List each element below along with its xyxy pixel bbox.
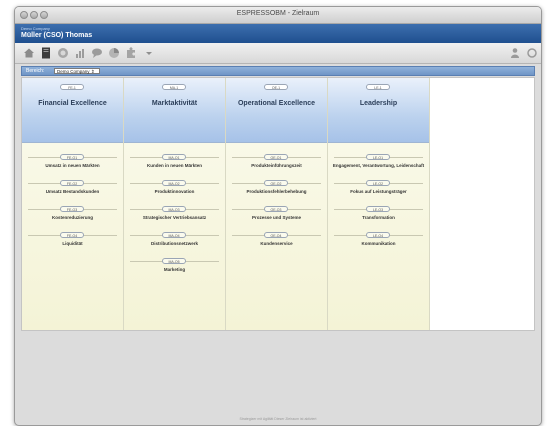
document-icon[interactable] <box>40 47 52 59</box>
objective-code: FE-O1 <box>60 154 84 160</box>
objective-code: MA-O3 <box>162 206 186 212</box>
objective-code: OE-O2 <box>264 180 288 186</box>
refresh-icon[interactable] <box>526 47 538 59</box>
perspective-column: FE-1 Financial Excellence FE-O1 Umsatz in n… <box>22 78 124 330</box>
perspective-title: Operational Excellence <box>237 100 316 107</box>
objective-item[interactable]: Produktionsfehlerbehebung <box>228 189 325 195</box>
objective-code: MA-O2 <box>162 180 186 186</box>
objective-code: LE-O3 <box>366 206 390 212</box>
home-icon[interactable] <box>23 47 35 59</box>
company-select[interactable]: Demo Company ⇕ <box>54 68 100 74</box>
status-text: Strategizer mit Agilität Dieser Zielraum… <box>239 417 317 421</box>
objective-item[interactable]: Produktinnovation <box>126 189 223 195</box>
perspective-header[interactable]: OE-1 Operational Excellence <box>226 78 327 143</box>
objective-item[interactable]: Liquidität <box>24 241 121 247</box>
objective-code: OE-O1 <box>264 154 288 160</box>
title-bar: ESPRESSOBM - Zielraum <box>15 7 541 24</box>
objective-item[interactable]: Distributionsnetzwerk <box>126 241 223 247</box>
filter-bar: Bereich: Demo Company ⇕ <box>21 66 535 76</box>
toolbar <box>15 43 541 64</box>
perspective-column: LE-1 Leadership LE-O1 Engagement, Verantwor… <box>328 78 430 330</box>
objective-item[interactable]: Engagement, Verantwortung, Leidenschaft <box>330 163 427 169</box>
objective-item[interactable]: Prozesse und Systeme <box>228 215 325 221</box>
perspective-title: Financial Excellence <box>38 100 107 107</box>
objective-code: FE-O4 <box>60 232 84 238</box>
objective-item[interactable]: Umsatz in neuen Märkten <box>24 163 121 169</box>
perspective-header[interactable]: FE-1 Financial Excellence <box>22 78 123 143</box>
objective-item[interactable]: Kostenreduzierung <box>24 215 121 221</box>
perspective-title: Marktaktivität <box>151 100 198 107</box>
perspective-code: FE-1 <box>60 84 84 90</box>
objective-code: OE-O3 <box>264 206 288 212</box>
objective-code: FE-O2 <box>60 180 84 186</box>
perspective-code: OE-1 <box>264 84 288 90</box>
objective-code: MA-O5 <box>162 258 186 264</box>
perspective-title: Leadership <box>359 100 398 107</box>
perspective-column: OE-1 Operational Excellence OE-O1 Produktei… <box>226 78 328 330</box>
puzzle-icon[interactable] <box>125 47 137 59</box>
app-header: Demo Company Müller (CSO) Thomas <box>15 24 541 43</box>
objective-item[interactable]: Marketing <box>126 267 223 273</box>
perspective-code: MA-1 <box>162 84 186 90</box>
perspective-code: LE-1 <box>366 84 390 90</box>
pie-chart-icon[interactable] <box>108 47 120 59</box>
company-label: Demo Company <box>21 26 50 31</box>
objective-item[interactable]: Produkteinführungszeit <box>228 163 325 169</box>
objective-item[interactable]: Kommunikation <box>330 241 427 247</box>
objective-code: OE-O4 <box>264 232 288 238</box>
objective-code: MA-O4 <box>162 232 186 238</box>
person-icon[interactable] <box>509 47 521 59</box>
objective-code: MA-O1 <box>162 154 186 160</box>
objective-item[interactable]: Strategischer Vertriebsansatz <box>126 215 223 221</box>
strategy-board: FE-1 Financial Excellence FE-O1 Umsatz in n… <box>21 77 535 331</box>
objective-code: FE-O3 <box>60 206 84 212</box>
user-name: Müller (CSO) Thomas <box>21 32 93 39</box>
dropdown-arrow-icon[interactable] <box>143 47 155 59</box>
chart-icon[interactable] <box>74 47 86 59</box>
speech-bubble-icon[interactable] <box>91 47 103 59</box>
app-window: ESPRESSOBM - Zielraum Demo Company Mülle… <box>14 6 542 426</box>
perspective-header[interactable]: LE-1 Leadership <box>328 78 429 143</box>
objective-item[interactable]: Kunden in neuen Märkten <box>126 163 223 169</box>
objective-code: LE-O1 <box>366 154 390 160</box>
objective-code: LE-O4 <box>366 232 390 238</box>
filter-label: Bereich: <box>26 68 45 74</box>
objective-code: LE-O2 <box>366 180 390 186</box>
perspective-header[interactable]: MA-1 Marktaktivität <box>124 78 225 143</box>
globe-icon[interactable] <box>57 47 69 59</box>
objective-item[interactable]: Fokus auf Leistungsträger <box>330 189 427 195</box>
perspective-column: MA-1 Marktaktivität MA-O1 Kunden in neuen M… <box>124 78 226 330</box>
objective-item[interactable]: Transformation <box>330 215 427 221</box>
window-title: ESPRESSOBM - Zielraum <box>236 10 320 17</box>
objective-item[interactable]: Kundenservice <box>228 241 325 247</box>
objective-item[interactable]: Umsatz Bestandskunden <box>24 189 121 195</box>
